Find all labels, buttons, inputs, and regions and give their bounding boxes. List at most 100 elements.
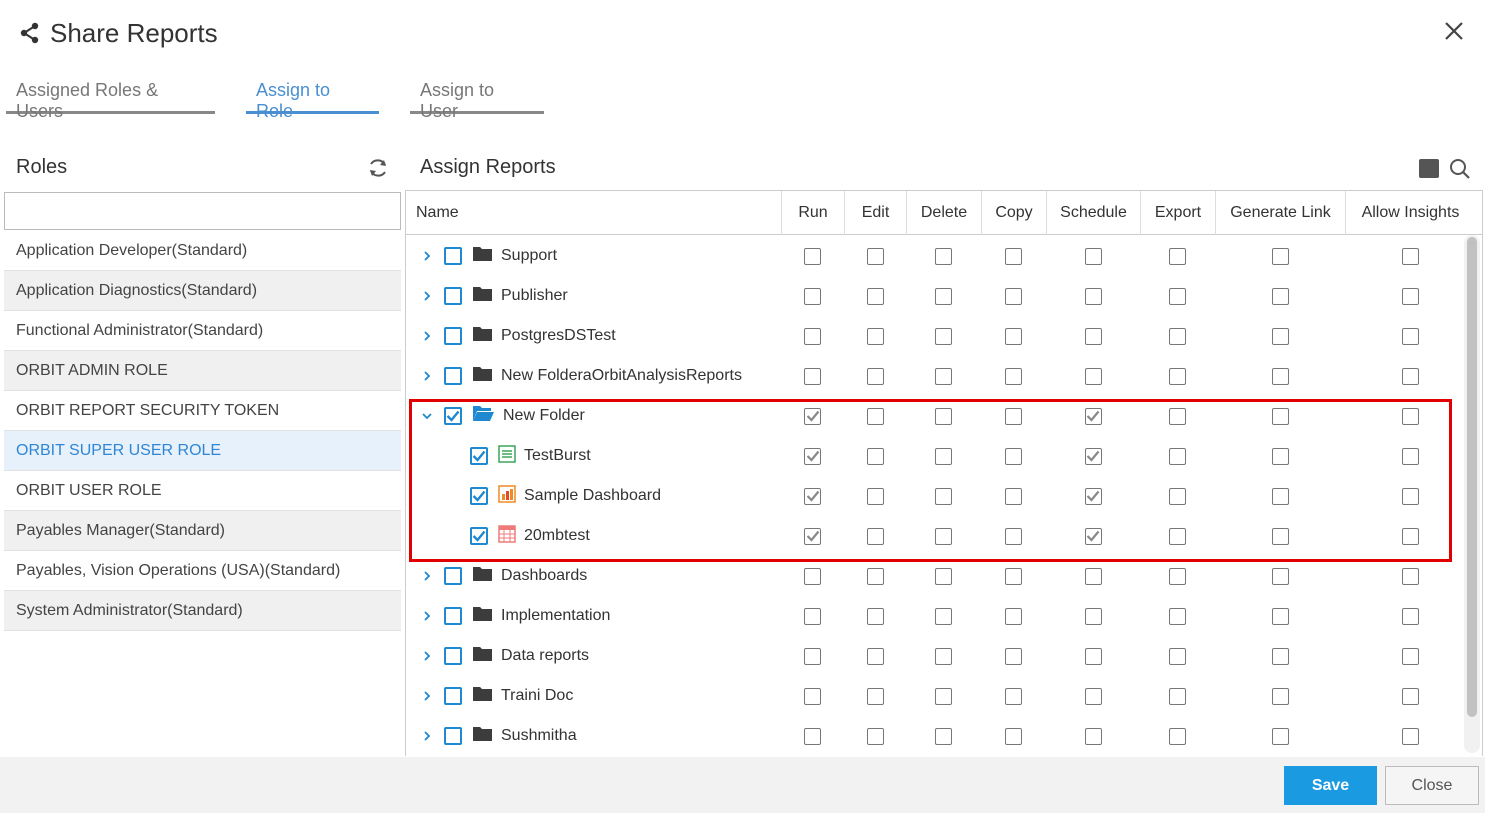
- permission-checkbox[interactable]: [1005, 687, 1022, 705]
- permission-checkbox[interactable]: [935, 367, 952, 385]
- roles-search-input[interactable]: [4, 192, 401, 230]
- chevron-right-icon[interactable]: [420, 729, 434, 743]
- permission-checkbox[interactable]: [1005, 527, 1022, 545]
- close-button[interactable]: Close: [1385, 766, 1479, 805]
- permission-checkbox[interactable]: [1271, 607, 1289, 625]
- permission-checkbox[interactable]: [804, 607, 821, 625]
- permission-checkbox[interactable]: [1005, 247, 1022, 265]
- permission-checkbox[interactable]: [1005, 447, 1022, 465]
- permission-checkbox[interactable]: [935, 247, 952, 265]
- role-item[interactable]: ORBIT ADMIN ROLE: [4, 351, 401, 391]
- permission-checkbox[interactable]: [1271, 447, 1289, 465]
- permission-checkbox[interactable]: [935, 487, 952, 505]
- save-button[interactable]: Save: [1284, 766, 1377, 805]
- permission-checkbox[interactable]: [804, 487, 821, 505]
- search-icon[interactable]: [1449, 158, 1471, 180]
- permission-checkbox[interactable]: [1005, 727, 1022, 745]
- permission-checkbox[interactable]: [804, 287, 821, 305]
- row-select-checkbox[interactable]: [444, 727, 462, 745]
- permission-checkbox[interactable]: [1169, 407, 1186, 425]
- role-item[interactable]: Payables Manager(Standard): [4, 511, 401, 551]
- row-select-checkbox[interactable]: [444, 407, 462, 425]
- tab-assign-to-role[interactable]: Assign to Role: [246, 80, 379, 121]
- permission-checkbox[interactable]: [935, 527, 952, 545]
- permission-checkbox[interactable]: [1271, 647, 1289, 665]
- chevron-down-icon[interactable]: [420, 409, 434, 423]
- permission-checkbox[interactable]: [804, 567, 821, 585]
- permission-checkbox[interactable]: [1401, 527, 1419, 545]
- row-select-checkbox[interactable]: [444, 287, 462, 305]
- permission-checkbox[interactable]: [1271, 567, 1289, 585]
- refresh-icon[interactable]: [367, 157, 389, 179]
- permission-checkbox[interactable]: [1169, 487, 1186, 505]
- grid-scrollbar[interactable]: [1464, 235, 1480, 753]
- permission-checkbox[interactable]: [804, 447, 821, 465]
- row-select-checkbox[interactable]: [444, 687, 462, 705]
- permission-checkbox[interactable]: [804, 687, 821, 705]
- chevron-right-icon[interactable]: [420, 249, 434, 263]
- permission-checkbox[interactable]: [935, 687, 952, 705]
- permission-checkbox[interactable]: [1005, 287, 1022, 305]
- chevron-right-icon[interactable]: [420, 289, 434, 303]
- permission-checkbox[interactable]: [1169, 687, 1186, 705]
- permission-checkbox[interactable]: [1271, 287, 1289, 305]
- row-select-checkbox[interactable]: [444, 607, 462, 625]
- permission-checkbox[interactable]: [866, 687, 884, 705]
- role-item[interactable]: Payables, Vision Operations (USA)(Standa…: [4, 551, 401, 591]
- permission-checkbox[interactable]: [1401, 567, 1419, 585]
- chevron-right-icon[interactable]: [420, 329, 434, 343]
- permission-checkbox[interactable]: [935, 287, 952, 305]
- permission-checkbox[interactable]: [1401, 607, 1419, 625]
- permission-checkbox[interactable]: [1401, 487, 1419, 505]
- permission-checkbox[interactable]: [1084, 567, 1102, 585]
- permission-checkbox[interactable]: [1401, 647, 1419, 665]
- row-select-checkbox[interactable]: [444, 247, 462, 265]
- scrollbar-thumb[interactable]: [1467, 237, 1477, 717]
- permission-checkbox[interactable]: [1401, 447, 1419, 465]
- permission-checkbox[interactable]: [935, 407, 952, 425]
- permission-checkbox[interactable]: [935, 647, 952, 665]
- permission-checkbox[interactable]: [935, 567, 952, 585]
- permission-checkbox[interactable]: [1084, 367, 1102, 385]
- chevron-right-icon[interactable]: [420, 689, 434, 703]
- permission-checkbox[interactable]: [866, 527, 884, 545]
- permission-checkbox[interactable]: [1271, 407, 1289, 425]
- role-item[interactable]: ORBIT REPORT SECURITY TOKEN: [4, 391, 401, 431]
- chevron-right-icon[interactable]: [420, 649, 434, 663]
- square-icon[interactable]: [1419, 159, 1439, 178]
- permission-checkbox[interactable]: [866, 367, 884, 385]
- permission-checkbox[interactable]: [1005, 487, 1022, 505]
- permission-checkbox[interactable]: [1005, 567, 1022, 585]
- permission-checkbox[interactable]: [1084, 687, 1102, 705]
- permission-checkbox[interactable]: [1084, 447, 1102, 465]
- permission-checkbox[interactable]: [1401, 327, 1419, 345]
- permission-checkbox[interactable]: [1084, 647, 1102, 665]
- permission-checkbox[interactable]: [866, 447, 884, 465]
- permission-checkbox[interactable]: [1169, 287, 1186, 305]
- permission-checkbox[interactable]: [866, 487, 884, 505]
- permission-checkbox[interactable]: [804, 727, 821, 745]
- permission-checkbox[interactable]: [1005, 607, 1022, 625]
- permission-checkbox[interactable]: [1401, 727, 1419, 745]
- permission-checkbox[interactable]: [1169, 327, 1186, 345]
- permission-checkbox[interactable]: [866, 647, 884, 665]
- role-item[interactable]: System Administrator(Standard): [4, 591, 401, 631]
- permission-checkbox[interactable]: [1401, 687, 1419, 705]
- permission-checkbox[interactable]: [1084, 407, 1102, 425]
- chevron-right-icon[interactable]: [420, 369, 434, 383]
- permission-checkbox[interactable]: [1271, 487, 1289, 505]
- permission-checkbox[interactable]: [935, 727, 952, 745]
- permission-checkbox[interactable]: [1271, 727, 1289, 745]
- permission-checkbox[interactable]: [866, 727, 884, 745]
- permission-checkbox[interactable]: [804, 407, 821, 425]
- permission-checkbox[interactable]: [1271, 327, 1289, 345]
- permission-checkbox[interactable]: [804, 247, 821, 265]
- role-item[interactable]: ORBIT SUPER USER ROLE: [4, 431, 401, 471]
- permission-checkbox[interactable]: [1169, 567, 1186, 585]
- permission-checkbox[interactable]: [866, 567, 884, 585]
- row-select-checkbox[interactable]: [444, 647, 462, 665]
- tab-assign-to-user[interactable]: Assign to User: [410, 80, 544, 121]
- permission-checkbox[interactable]: [866, 407, 884, 425]
- permission-checkbox[interactable]: [1084, 607, 1102, 625]
- permission-checkbox[interactable]: [935, 607, 952, 625]
